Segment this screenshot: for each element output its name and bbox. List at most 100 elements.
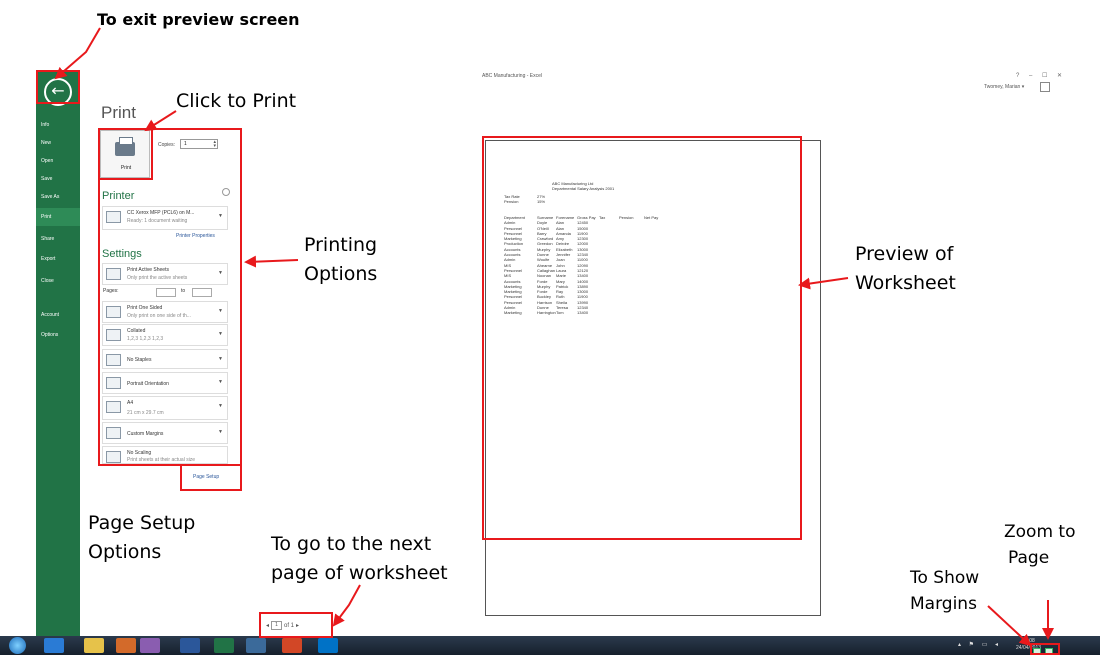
collated-icon [106,329,121,341]
previous-page-icon[interactable]: ◂ [266,622,269,629]
outlook-icon[interactable] [318,638,338,653]
sidebar-item-options[interactable]: Options [36,326,80,344]
annotation-click-to-print: Click to Print [176,90,297,112]
printer-name: CC Xerox MFP (PCL6) on M... [127,210,195,216]
backstage-sidebar: ← Info New Open Save Save As Print Share… [36,70,80,636]
file-explorer-icon[interactable] [84,638,104,653]
sidebar-item-print[interactable]: Print [36,208,80,226]
arrow-click-to-print [144,110,177,132]
annotation-printing-options: Printing Options [304,231,377,289]
copies-spinner-icon[interactable]: ▴ ▾ [213,140,216,149]
copies-value: 1 [184,141,187,147]
zoom-to-page-button[interactable] [1045,648,1053,655]
orientation-dropdown[interactable]: Portrait Orientation ▼ [102,372,228,394]
margins-dropdown[interactable]: Custom Margins ▼ [102,422,228,444]
setting-label: No Staples [127,357,152,363]
portrait-icon [106,377,121,389]
excel-icon[interactable] [214,638,234,653]
account-user-name[interactable]: Twomey, Marian ▾ [984,84,1024,90]
setting-description: Only print on one side of th... [127,313,191,319]
internet-explorer-icon[interactable] [44,638,64,653]
info-icon[interactable] [222,188,230,196]
pages-from-input[interactable] [156,288,176,297]
taskbar-app-icon[interactable] [246,638,266,653]
page-navigator: ◂ 1 of 1 ▸ [266,621,299,630]
current-page-input[interactable]: 1 [271,621,283,630]
table-cell: Tom [556,310,564,316]
print-preview-page [485,140,821,616]
table-cell: 13400 [577,310,589,316]
annotation-line: Page Setup [88,512,196,534]
sidebar-item-export[interactable]: Export [36,250,80,268]
start-button-icon[interactable] [9,637,26,654]
printer-properties-link[interactable]: Printer Properties [176,233,215,239]
setting-description: Only print the active sheets [127,275,188,281]
worksheet-table: Department Surname Forename Gross Pay Tax Pen… [504,215,665,316]
annotation-line: page of worksheet [271,562,448,584]
pages-to-label: to [181,288,186,294]
pages-label: Pages: [103,288,119,294]
page-setup-link[interactable]: Page Setup [193,474,219,480]
chevron-down-icon: ▼ [218,270,223,276]
sides-dropdown[interactable]: Print One Sided Only print on one side o… [102,301,228,323]
page-title: Print [101,103,136,122]
annotation-page-setup-options: Page Setup Options [88,509,195,567]
powerpoint-icon[interactable] [282,638,302,653]
table-row: Marketing Harrington Tom 13400 [504,310,665,315]
show-margins-button[interactable] [1033,648,1041,655]
sidebar-item-info[interactable]: Info [36,116,80,134]
setting-label: Print One Sided [127,305,163,311]
system-tray[interactable]: ▴ ⚑ ▭ ◂ [958,641,1001,648]
annotation-line: Worksheet [855,272,956,294]
word-icon[interactable] [180,638,200,653]
collation-dropdown[interactable]: Collated 1,2,3 1,2,3 1,2,3 ▼ [102,324,228,346]
settings-heading: Settings [102,248,142,260]
media-player-icon[interactable] [116,638,136,653]
window-controls[interactable]: ? – ☐ ✕ [1016,72,1066,79]
staple-icon [106,354,121,366]
table-cell: Pension [619,215,634,220]
print-button[interactable]: Print [100,130,150,178]
window-title: ABC Manufacturing - Excel [482,73,543,79]
windows-taskbar: ▴ ⚑ ▭ ◂ 12:08 24/04/2013 [0,636,1100,655]
paper-size-dropdown[interactable]: A4 21 cm x 29.7 cm ▼ [102,396,228,420]
annotation-next-page: To go to the next page of worksheet [271,530,448,588]
sidebar-item-new[interactable]: New [36,134,80,152]
print-what-dropdown[interactable]: Print Active Sheets Only print the activ… [102,263,228,285]
printer-dropdown[interactable]: CC Xerox MFP (PCL6) on M... Ready: 1 doc… [102,206,228,230]
chevron-down-icon: ▼ [218,429,223,435]
sheet-icon [106,268,121,280]
setting-label: Collated [127,328,146,334]
annotation-line: Options [304,263,378,285]
copies-input[interactable]: 1 ▴ ▾ [180,139,218,149]
sidebar-item-account[interactable]: Account [36,306,80,324]
annotation-line: To go to the next [271,533,432,555]
taskbar-app-icon[interactable] [140,638,160,653]
scaling-icon [106,451,121,463]
annotation-preview-of-worksheet: Preview of Worksheet [855,240,956,298]
annotation-line: Zoom to [1004,522,1076,542]
scaling-dropdown[interactable]: No Scaling Print sheets at their actual … [102,446,228,464]
chevron-down-icon: ▼ [218,403,223,409]
meta-label: Pension [504,199,519,204]
staples-dropdown[interactable]: No Staples ▼ [102,349,228,369]
next-page-icon[interactable]: ▸ [296,622,299,629]
page-count: of 1 [284,622,295,629]
pages-to-input[interactable] [192,288,212,297]
pages-row: Pages: [103,288,119,294]
sidebar-item-open[interactable]: Open [36,152,80,170]
annotation-line: To Show [910,568,980,588]
user-avatar[interactable] [1040,82,1050,92]
meta-value: 15% [537,199,546,204]
sidebar-item-close[interactable]: Close [36,272,80,290]
arrow-printing-options [244,255,299,268]
annotation-line: Printing [304,234,378,256]
sidebar-item-save-as[interactable]: Save As [36,188,80,206]
worksheet-subtitle: Departmental Salary Analysis 2001 [552,186,615,191]
back-arrow-icon[interactable]: ← [44,78,72,106]
copies-label: Copies: [158,142,175,148]
sidebar-item-share[interactable]: Share [36,230,80,248]
annotation-show-margins: To Show Margins [910,565,979,617]
sidebar-item-save[interactable]: Save [36,170,80,188]
setting-description: 21 cm x 29.7 cm [127,410,164,416]
